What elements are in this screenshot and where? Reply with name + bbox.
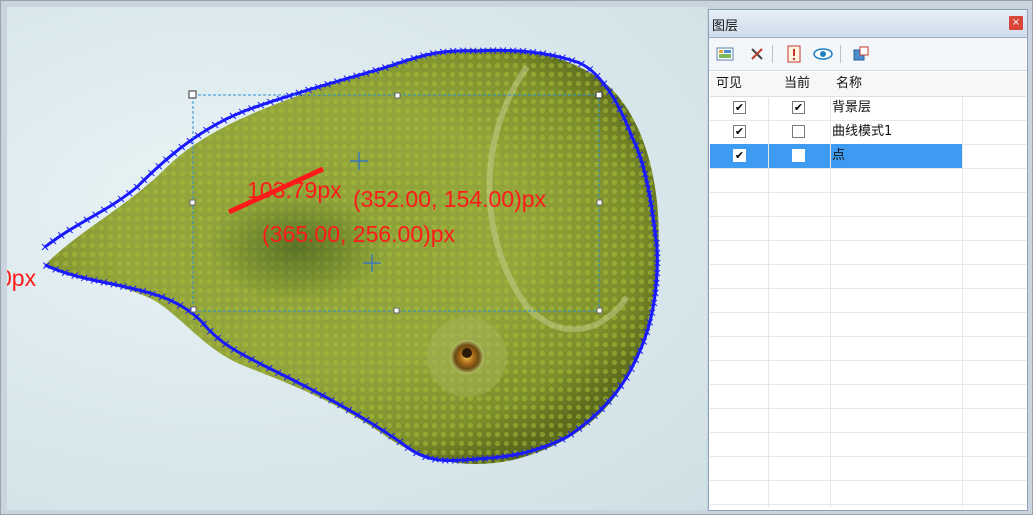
- resize-handle-right[interactable]: [596, 199, 603, 206]
- grid-header: 可见 当前 名称: [710, 72, 1026, 97]
- visible-checkbox[interactable]: ✔: [733, 149, 746, 162]
- resize-handle-left[interactable]: [189, 199, 196, 206]
- specimen-drawing: [41, 47, 661, 464]
- app-window: 0px 103.79px (352.00, 154.00)px (365.00,…: [0, 0, 1033, 515]
- visibility-icon[interactable]: [812, 43, 834, 65]
- grid-column-divider: [768, 96, 769, 508]
- close-icon[interactable]: ×: [1009, 16, 1023, 30]
- length-label: 103.79px: [247, 177, 342, 203]
- point1-coord-label: (352.00, 154.00)px: [353, 186, 547, 212]
- merge-icon[interactable]: [850, 43, 872, 65]
- panel-title: 图层: [712, 19, 739, 34]
- image-canvas[interactable]: 0px 103.79px (352.00, 154.00)px (365.00,…: [7, 7, 707, 510]
- layer-name: 背景层: [832, 100, 872, 115]
- properties-icon[interactable]: [783, 43, 805, 65]
- delete-icon[interactable]: [746, 43, 768, 65]
- layer-row-background[interactable]: ✔ ✔ 背景层: [710, 96, 1026, 121]
- current-checkbox[interactable]: [792, 149, 805, 162]
- resize-handle-top[interactable]: [394, 92, 401, 99]
- toolbar-separator-2: [840, 45, 841, 63]
- resize-handle-bottom-right[interactable]: [596, 307, 603, 314]
- add-layer-icon[interactable]: [714, 43, 736, 65]
- grid-column-divider: [962, 96, 963, 508]
- current-checkbox[interactable]: ✔: [792, 101, 805, 114]
- point2-coord-label: (365.00, 256.00)px: [262, 221, 456, 247]
- layer-row-curve[interactable]: ✔ 曲线模式1: [710, 120, 1026, 145]
- layer-name: 点: [832, 148, 846, 163]
- grid-column-divider: [830, 96, 831, 508]
- current-checkbox[interactable]: [792, 125, 805, 138]
- resize-handle-bottom-left[interactable]: [190, 306, 197, 313]
- edge-measure-label: 0px: [7, 265, 37, 291]
- column-visible[interactable]: 可见: [716, 72, 742, 96]
- visible-checkbox[interactable]: ✔: [733, 125, 746, 138]
- layer-row-point[interactable]: ✔ 点: [710, 144, 1026, 169]
- column-current[interactable]: 当前: [784, 72, 810, 96]
- column-name[interactable]: 名称: [836, 72, 862, 96]
- layer-name: 曲线模式1: [832, 124, 893, 139]
- toolbar-separator: [772, 45, 773, 63]
- layers-toolbar: [709, 38, 1027, 71]
- panel-title-bar[interactable]: 图层 ×: [709, 10, 1027, 38]
- resize-handle-bottom[interactable]: [393, 307, 400, 314]
- layers-panel: 图层 × 可见 当前 名称 ✔ ✔ 背景层 ✔ 曲线模式1 ✔ 点: [708, 9, 1028, 511]
- layers-grid: 可见 当前 名称 ✔ ✔ 背景层 ✔ 曲线模式1 ✔ 点: [710, 72, 1026, 508]
- resize-handle-top-right[interactable]: [595, 91, 603, 99]
- visible-checkbox[interactable]: ✔: [733, 101, 746, 114]
- resize-handle-top-left[interactable]: [188, 90, 197, 99]
